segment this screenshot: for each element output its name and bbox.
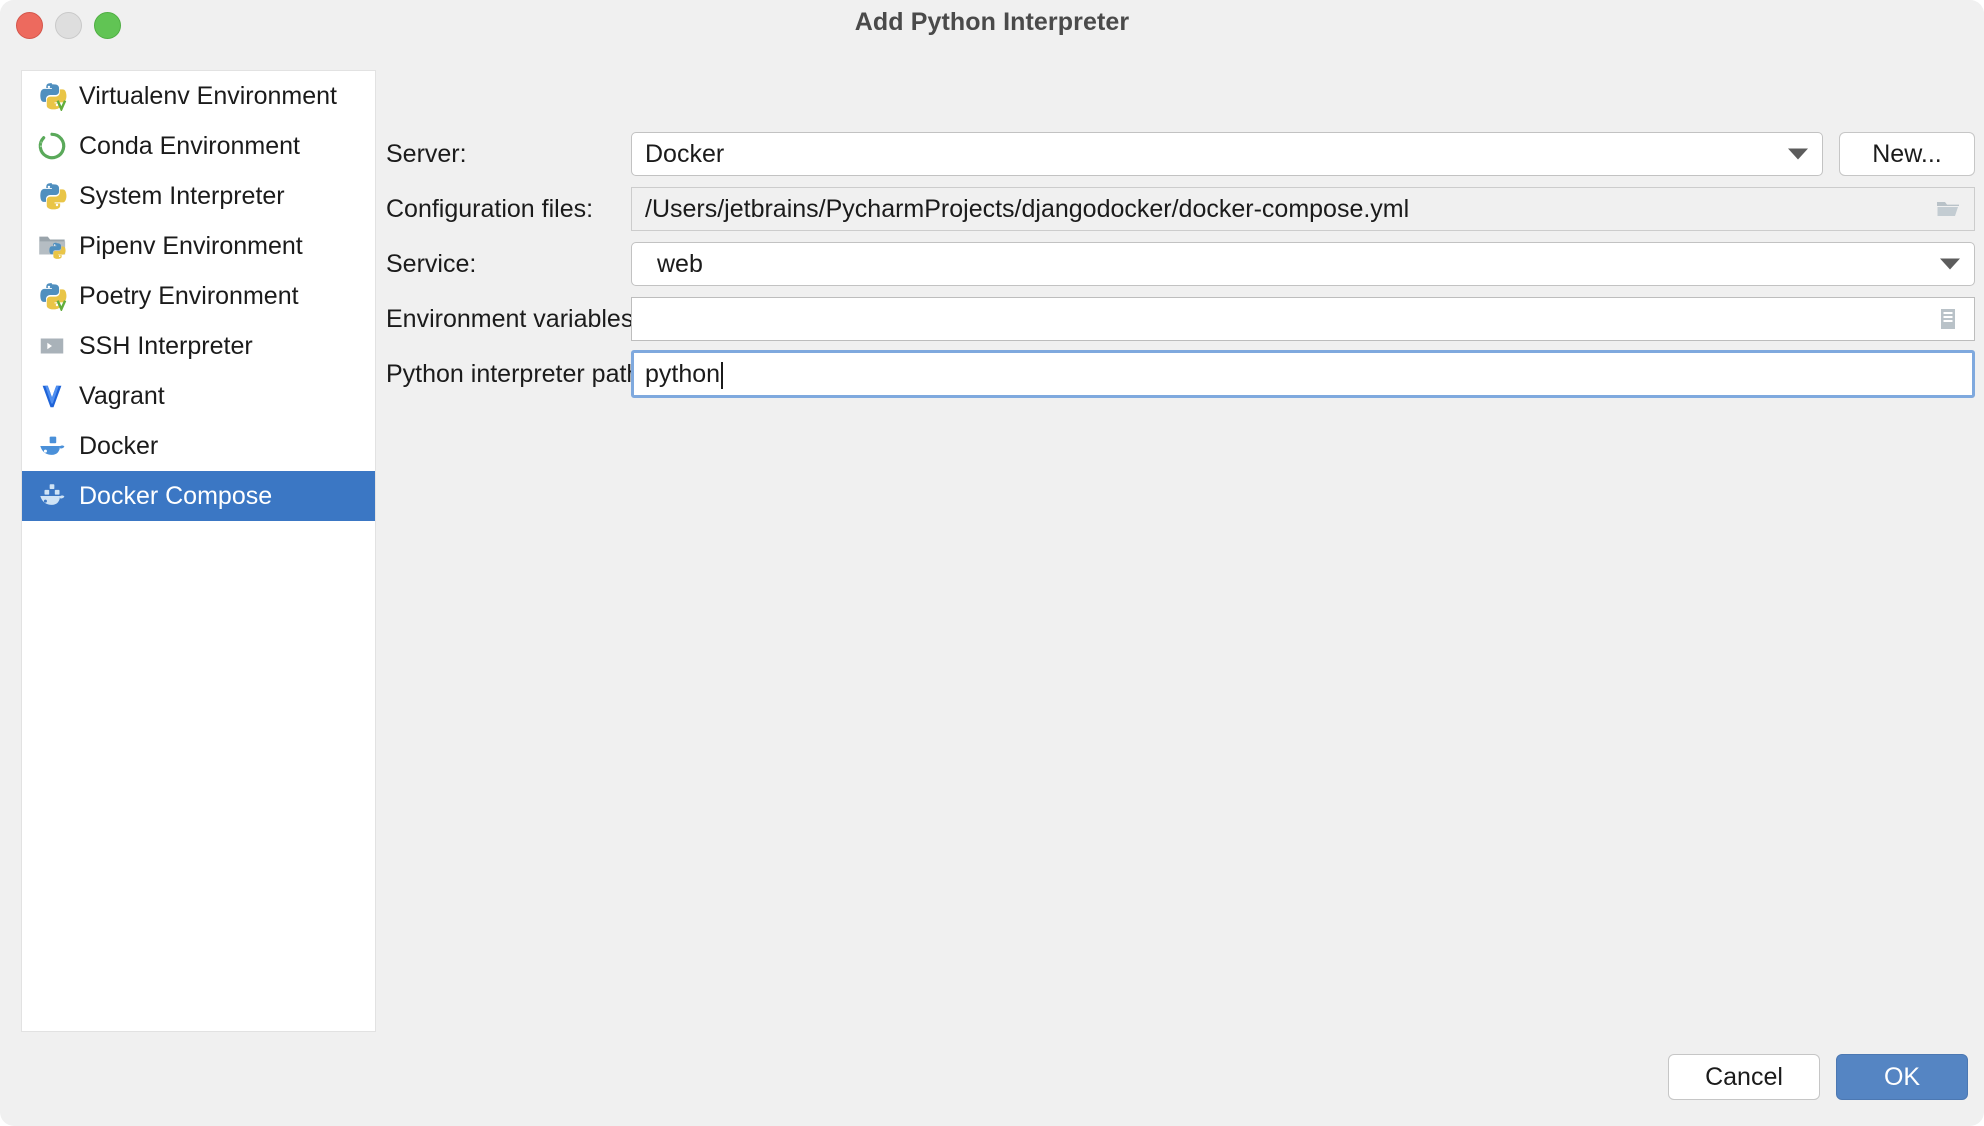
sidebar-item-label: Docker Compose xyxy=(79,481,273,510)
ok-button-label: OK xyxy=(1883,1062,1921,1091)
add-python-interpreter-dialog: Add Python Interpreter Virtualenv Enviro… xyxy=(0,0,1984,1126)
service-label: Service: xyxy=(386,250,477,278)
vagrant-icon xyxy=(35,379,69,413)
sidebar-item-label: Pipenv Environment xyxy=(79,231,303,260)
sidebar-item-label: Vagrant xyxy=(79,381,165,410)
sidebar-item-label: Poetry Environment xyxy=(79,281,299,310)
sidebar-item-label: Docker xyxy=(79,431,159,460)
service-value: web xyxy=(657,249,703,278)
sidebar-item-label: Virtualenv Environment xyxy=(79,81,338,110)
title-bar: Add Python Interpreter xyxy=(0,0,1984,56)
open-folder-icon[interactable] xyxy=(1935,196,1961,222)
configuration-files-label: Configuration files: xyxy=(386,195,594,223)
ssh-terminal-icon xyxy=(35,329,69,363)
docker-compose-icon xyxy=(35,479,69,513)
new-button-label: New... xyxy=(1872,139,1942,168)
edit-list-icon[interactable] xyxy=(1935,306,1961,332)
service-dropdown[interactable]: web xyxy=(631,242,1975,286)
sidebar-item-virtualenv-environment[interactable]: Virtualenv Environment xyxy=(22,71,375,121)
sidebar-item-poetry-environment[interactable]: Poetry Environment xyxy=(22,271,375,321)
text-cursor xyxy=(721,361,724,389)
sidebar-item-vagrant[interactable]: Vagrant xyxy=(22,371,375,421)
chevron-down-icon xyxy=(1940,258,1960,270)
interpreter-settings-form: Server: Docker New... Configuration file… xyxy=(376,56,1984,1036)
python-interpreter-path-field[interactable]: python xyxy=(631,350,1975,398)
configuration-files-value: /Users/jetbrains/PycharmProjects/djangod… xyxy=(645,194,1410,223)
sidebar-item-system-interpreter[interactable]: System Interpreter xyxy=(22,171,375,221)
python-venv-icon xyxy=(35,79,69,113)
server-dropdown[interactable]: Docker xyxy=(631,132,1823,176)
python-venv-icon xyxy=(35,279,69,313)
environment-variables-label: Environment variables: xyxy=(386,305,641,333)
environment-variables-field[interactable] xyxy=(631,297,1975,341)
dialog-title: Add Python Interpreter xyxy=(854,8,1130,36)
sidebar-item-ssh-interpreter[interactable]: SSH Interpreter xyxy=(22,321,375,371)
sidebar-item-label: System Interpreter xyxy=(79,181,285,210)
sidebar-item-label: SSH Interpreter xyxy=(79,331,253,360)
python-icon xyxy=(35,179,69,213)
new-server-button[interactable]: New... xyxy=(1839,132,1975,176)
docker-icon xyxy=(35,429,69,463)
sidebar-item-docker-compose[interactable]: Docker Compose xyxy=(22,471,375,521)
server-value: Docker xyxy=(645,139,725,168)
ok-button[interactable]: OK xyxy=(1836,1054,1968,1100)
sidebar-item-docker[interactable]: Docker xyxy=(22,421,375,471)
chevron-down-icon xyxy=(1788,148,1808,160)
sidebar-item-label: Conda Environment xyxy=(79,131,300,160)
cancel-button-label: Cancel xyxy=(1705,1062,1783,1091)
pipenv-folder-icon xyxy=(35,229,69,263)
cancel-button[interactable]: Cancel xyxy=(1668,1054,1820,1100)
configuration-files-field[interactable]: /Users/jetbrains/PycharmProjects/djangod… xyxy=(631,187,1975,231)
python-interpreter-path-label: Python interpreter path: xyxy=(386,360,648,388)
sidebar-item-pipenv-environment[interactable]: Pipenv Environment xyxy=(22,221,375,271)
conda-icon xyxy=(35,129,69,163)
server-label: Server: xyxy=(386,140,467,168)
interpreter-type-list[interactable]: Virtualenv Environment Conda Environment xyxy=(21,70,376,1032)
sidebar-item-conda-environment[interactable]: Conda Environment xyxy=(22,121,375,171)
python-interpreter-path-value: python xyxy=(645,359,721,388)
